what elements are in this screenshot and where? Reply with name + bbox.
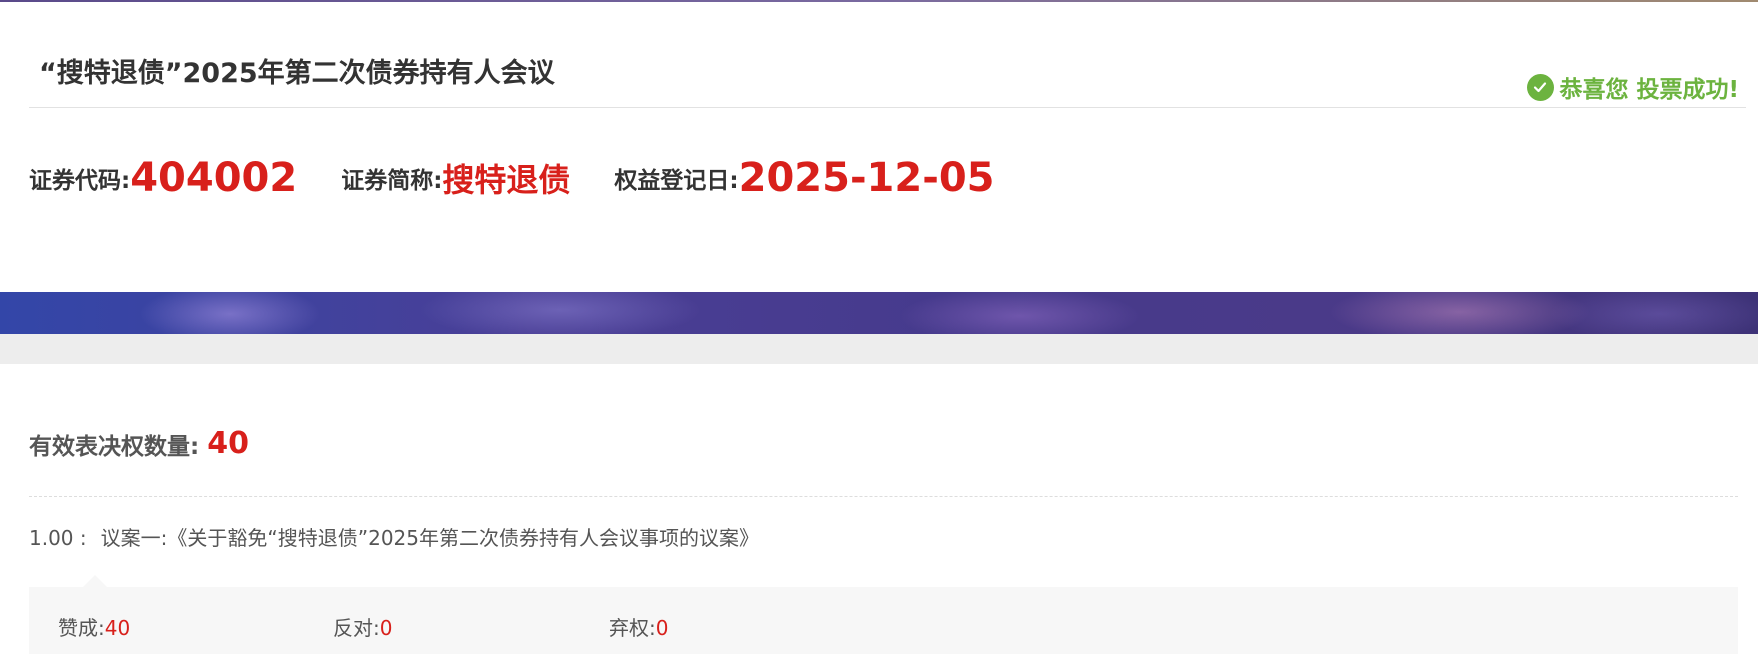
vote-against-value: 0	[379, 616, 393, 640]
record-date-label: 权益登记日:	[614, 168, 739, 194]
decorative-banner	[0, 292, 1758, 334]
security-code-value: 404002	[130, 155, 298, 201]
proposal-item: 1.00 : 议案一:《关于豁免“搜特退债”2025年第二次债券持有人会议事项的议…	[29, 522, 759, 551]
security-name-label: 证券简称:	[341, 168, 443, 194]
valid-votes-label: 有效表决权数量:	[29, 433, 200, 460]
meeting-title: “搜特退债”2025年第二次债券持有人会议	[39, 58, 555, 89]
vote-success-notice: 恭喜您 投票成功!	[1526, 70, 1740, 104]
vote-result-box: 赞成:40 反对:0 弃权:0	[29, 575, 1738, 654]
vote-for-value: 40	[104, 616, 131, 640]
proposal-number: 1.00 :	[29, 526, 87, 550]
vote-abstain-label: 弃权:	[609, 616, 656, 640]
success-message: 恭喜您 投票成功!	[1559, 77, 1740, 103]
page-header: “搜特退债”2025年第二次债券持有人会议 恭喜您 投票成功!	[29, 0, 1746, 108]
security-code-label: 证券代码:	[29, 168, 131, 194]
valid-votes-value: 40	[207, 426, 249, 461]
vote-against-label: 反对:	[333, 616, 380, 640]
section-separator	[0, 334, 1758, 364]
check-circle-icon	[1526, 73, 1554, 101]
callout-pointer	[83, 575, 107, 587]
security-name-value: 搜特退债	[442, 161, 571, 199]
security-info: 证券代码: 404002 证券简称: 搜特退债 权益登记日: 2025-12-0…	[29, 148, 1038, 208]
record-date-value: 2025-12-05	[738, 155, 995, 201]
vote-for-label: 赞成:	[58, 616, 105, 640]
vote-for: 赞成:40	[58, 612, 130, 641]
valid-votes-summary: 有效表决权数量: 40	[29, 426, 249, 461]
proposal-title: 议案一:《关于豁免“搜特退债”2025年第二次债券持有人会议事项的议案》	[100, 526, 759, 550]
vote-abstain-value: 0	[655, 616, 669, 640]
dashed-divider	[29, 496, 1738, 497]
vote-against: 反对:0	[333, 612, 392, 641]
vote-abstain: 弃权:0	[609, 612, 668, 641]
